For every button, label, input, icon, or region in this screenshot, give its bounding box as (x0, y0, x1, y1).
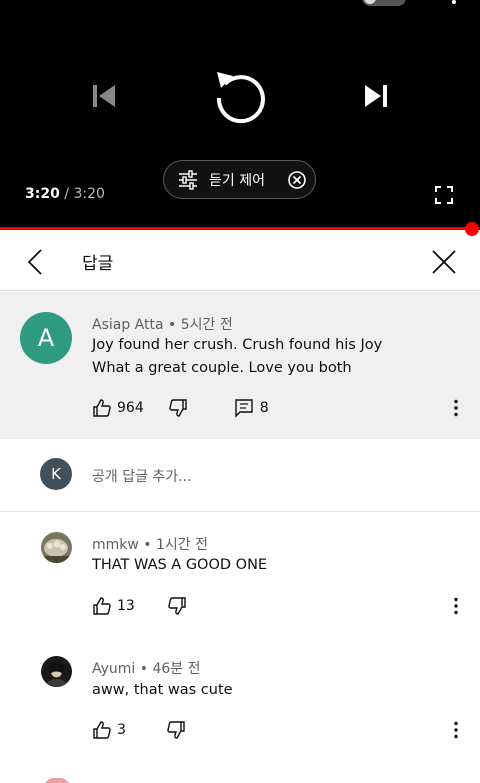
sliders-icon (179, 169, 197, 190)
comment-meta: Ayumi • 46분 전 (92, 658, 201, 678)
next-reply-avatar-partial (44, 778, 70, 783)
comment-time: 5시간 전 (180, 317, 233, 333)
comment-reply-icon[interactable] (234, 398, 254, 418)
comment-meta: mmkw • 1시간 전 (92, 534, 208, 554)
replay-button[interactable] (208, 68, 270, 124)
previous-button[interactable] (86, 78, 122, 114)
fullscreen-icon[interactable] (435, 186, 453, 204)
more-vert-icon[interactable] (453, 721, 459, 739)
more-vert-icon[interactable] (453, 597, 459, 615)
dismiss-circle-icon[interactable] (287, 170, 307, 190)
like-count: 13 (117, 598, 135, 614)
current-time: 3:20 (25, 186, 60, 202)
autoplay-toggle[interactable] (362, 0, 406, 6)
thumbs-up-icon[interactable] (92, 398, 112, 418)
avatar[interactable] (41, 532, 72, 563)
comment-actions: 964 8 (92, 398, 269, 418)
comment-actions: 3 (92, 720, 186, 740)
comment-author[interactable]: Asiap Atta (92, 317, 164, 333)
separator-dot: • (168, 317, 177, 333)
comment-author[interactable]: Ayumi (92, 661, 135, 677)
comment-time: 46분 전 (152, 661, 201, 677)
next-button[interactable] (358, 78, 394, 114)
parent-comment: A Asiap Atta • 5시간 전 Joy found her crush… (0, 292, 480, 439)
comment-author[interactable]: mmkw (92, 537, 139, 553)
like-count: 964 (117, 400, 144, 416)
separator-dot: • (143, 537, 152, 553)
total-time: 3:20 (73, 186, 105, 202)
time-separator: / (59, 186, 74, 202)
replay-icon (216, 72, 265, 124)
next-icon (365, 85, 387, 107)
thumbs-up-icon[interactable] (92, 596, 112, 616)
reply-input[interactable]: 공개 답글 추가... (92, 466, 192, 486)
comment-actions: 13 (92, 596, 187, 616)
thumbs-down-icon[interactable] (168, 398, 188, 418)
reply-count: 8 (259, 400, 269, 416)
avatar[interactable] (41, 656, 72, 687)
thumbs-up-icon[interactable] (92, 720, 112, 740)
close-icon[interactable] (430, 248, 458, 276)
back-arrow-icon[interactable] (24, 248, 48, 276)
add-reply-row[interactable]: K 공개 답글 추가... (0, 440, 480, 512)
previous-icon (93, 85, 115, 107)
comment-line: Joy found her crush. Crush found his Joy (92, 337, 383, 353)
listen-control-label: 듣기 제어 (209, 172, 265, 189)
like-count: 3 (117, 722, 126, 738)
more-options-icon[interactable] (452, 0, 456, 4)
comment-meta: Asiap Atta • 5시간 전 (92, 314, 233, 334)
avatar: K (40, 458, 72, 490)
video-player[interactable]: 듣기 제어 3:20 / 3:20 (0, 0, 480, 236)
comment-line: What a great couple. Love you both (92, 360, 352, 376)
replies-header: 답글 (0, 232, 480, 291)
separator-dot: • (139, 661, 149, 677)
thumbs-down-icon[interactable] (167, 596, 187, 616)
more-vert-icon[interactable] (453, 399, 459, 417)
progress-bar[interactable] (0, 227, 472, 230)
comment-text: aww, that was cute (92, 682, 233, 698)
comment-text: THAT WAS A GOOD ONE (92, 557, 268, 573)
time-display: 3:20 / 3:20 (25, 186, 105, 202)
page-title: 답글 (82, 254, 114, 274)
listen-control-chip[interactable]: 듣기 제어 (163, 160, 316, 199)
comment-time: 1시간 전 (156, 537, 209, 553)
thumbs-down-icon[interactable] (166, 720, 186, 740)
avatar[interactable]: A (20, 312, 72, 364)
comment-text: Joy found her crush. Crush found his Joy… (92, 334, 382, 380)
